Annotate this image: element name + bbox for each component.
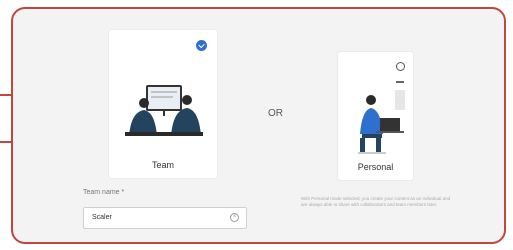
personal-option-label: Personal — [357, 162, 394, 172]
team-option-card[interactable]: Team — [109, 30, 217, 178]
team-name-label: Team name * — [83, 189, 125, 196]
team-option-label: Team — [151, 160, 174, 170]
personal-illustration — [358, 81, 405, 154]
or-separator: OR — [268, 108, 283, 119]
mode-helper-text: With Personal mode selected, you create … — [301, 196, 451, 207]
team-name-input[interactable]: Scaler × — [83, 207, 247, 229]
personal-option-card[interactable]: Personal — [338, 52, 413, 180]
clear-input-icon[interactable]: × — [230, 213, 239, 222]
highlighted-region: Team OR Personal Team name * Scaler × Wi… — [11, 7, 506, 244]
team-name-value: Scaler — [92, 214, 112, 221]
team-illustration — [125, 85, 203, 136]
